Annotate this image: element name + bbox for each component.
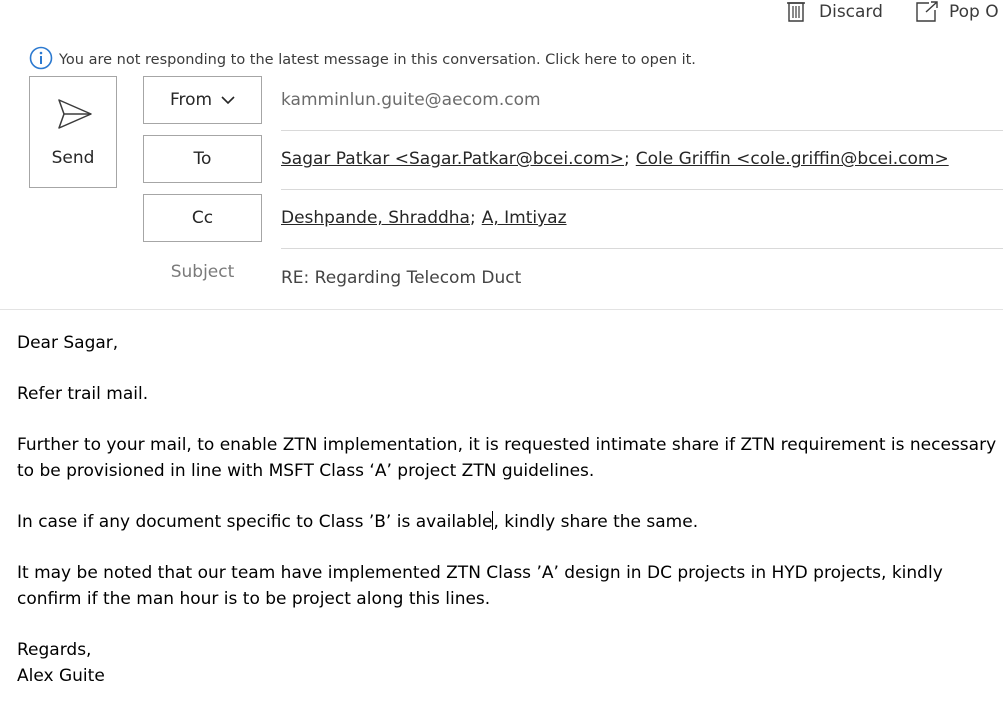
to-label: To: [193, 149, 212, 169]
message-body[interactable]: Dear Sagar, Refer trail mail. Further to…: [17, 330, 997, 689]
to-divider: [281, 189, 1003, 190]
to-recipient[interactable]: Cole Griffin <cole.griffin@bcei.com>: [636, 149, 949, 169]
cc-button[interactable]: Cc: [143, 194, 262, 242]
compose-window: Discard Pop O You are not responding to …: [0, 0, 1003, 718]
subject-field[interactable]: RE: Regarding Telecom Duct: [281, 268, 1003, 288]
to-field[interactable]: Sagar Patkar <Sagar.Patkar@bcei.com>; Col…: [281, 149, 1003, 169]
info-bar[interactable]: You are not responding to the latest mes…: [29, 46, 696, 74]
pop-out-button[interactable]: Pop O: [915, 0, 999, 24]
body-paragraph: Further to your mail, to enable ZTN impl…: [17, 435, 997, 481]
body-text: , kindly share the same.: [493, 512, 699, 532]
info-icon: [29, 46, 53, 74]
recipient-separator: ;: [469, 208, 476, 228]
from-address: kamminlun.guite@aecom.com: [281, 90, 541, 110]
body-paragraph: It may be noted that our team have imple…: [17, 563, 943, 609]
subject-value: RE: Regarding Telecom Duct: [281, 268, 522, 288]
send-icon: [57, 98, 93, 134]
to-button[interactable]: To: [143, 135, 262, 183]
greeting: Dear Sagar,: [17, 333, 119, 353]
discard-label: Discard: [819, 2, 883, 22]
cc-recipient[interactable]: Deshpande, Shraddha: [281, 208, 470, 228]
cc-divider: [281, 248, 1003, 249]
recipient-separator: ;: [624, 149, 630, 169]
trash-icon: [786, 1, 806, 23]
from-button[interactable]: From: [143, 76, 262, 124]
body-paragraph: Refer trail mail.: [17, 384, 149, 404]
send-label: Send: [51, 148, 95, 168]
from-field[interactable]: kamminlun.guite@aecom.com: [281, 90, 1003, 110]
cc-recipient[interactable]: A, Imtiyaz: [482, 208, 567, 228]
pop-out-icon: [915, 1, 939, 23]
from-label: From: [169, 90, 213, 110]
discard-button[interactable]: Discard: [786, 0, 883, 24]
pop-out-label: Pop O: [949, 2, 999, 22]
to-recipient[interactable]: Sagar Patkar <Sagar.Patkar@bcei.com>: [281, 149, 624, 169]
cc-label: Cc: [191, 208, 214, 228]
body-paragraph: In case if any document specific to Clas…: [17, 509, 997, 535]
signoff: Regards,: [17, 640, 92, 660]
send-button[interactable]: Send: [29, 76, 117, 188]
from-divider: [281, 130, 1003, 131]
signature: Alex Guite: [17, 666, 105, 686]
header-divider: [0, 309, 1003, 310]
body-text: In case if any document specific to Clas…: [17, 512, 493, 532]
chevron-down-icon: [221, 90, 235, 110]
subject-label: Subject: [170, 262, 235, 282]
cc-field[interactable]: Deshpande, Shraddha; A, Imtiyaz: [281, 208, 1003, 228]
info-bar-text: You are not responding to the latest mes…: [59, 52, 696, 68]
